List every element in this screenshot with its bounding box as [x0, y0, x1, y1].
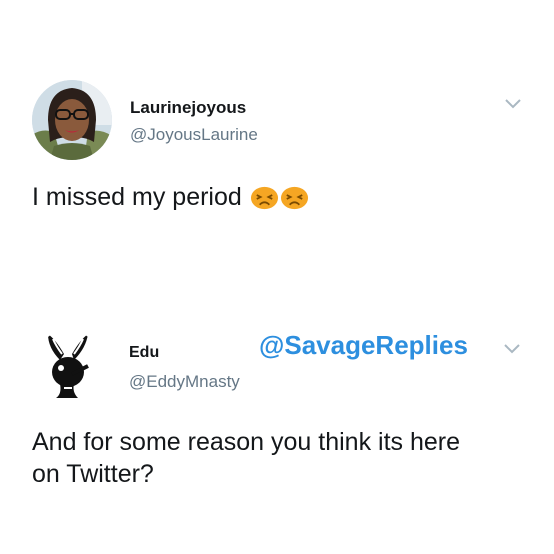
display-name[interactable]: Edu [129, 344, 159, 362]
chevron-down-icon[interactable] [502, 342, 522, 356]
tweet-text: I missed my period [32, 181, 309, 213]
avatar-edu[interactable] [34, 330, 102, 402]
profile-photo [32, 80, 112, 160]
watermark: @SavageReplies [259, 330, 468, 360]
persevering-face-icon [250, 186, 278, 210]
tweet-text-line: And for some reason you think its here [32, 428, 461, 456]
tweet-text-line: on Twitter? [32, 460, 154, 488]
tweet-text: And for some reason you think its here o… [32, 426, 460, 490]
user-handle[interactable]: @EddyMnasty [129, 372, 240, 392]
avatar-laurinejoyous[interactable] [32, 80, 112, 160]
persevering-face-icon [280, 186, 308, 210]
user-handle[interactable]: @JoyousLaurine [130, 125, 258, 145]
bunny-logo-icon [48, 334, 89, 398]
tweet-text-content: I missed my period [32, 183, 242, 211]
tweet-1: Laurinejoyous @JoyousLaurine I missed my… [0, 0, 554, 290]
chevron-down-icon[interactable] [503, 97, 523, 111]
display-name[interactable]: Laurinejoyous [130, 98, 246, 118]
